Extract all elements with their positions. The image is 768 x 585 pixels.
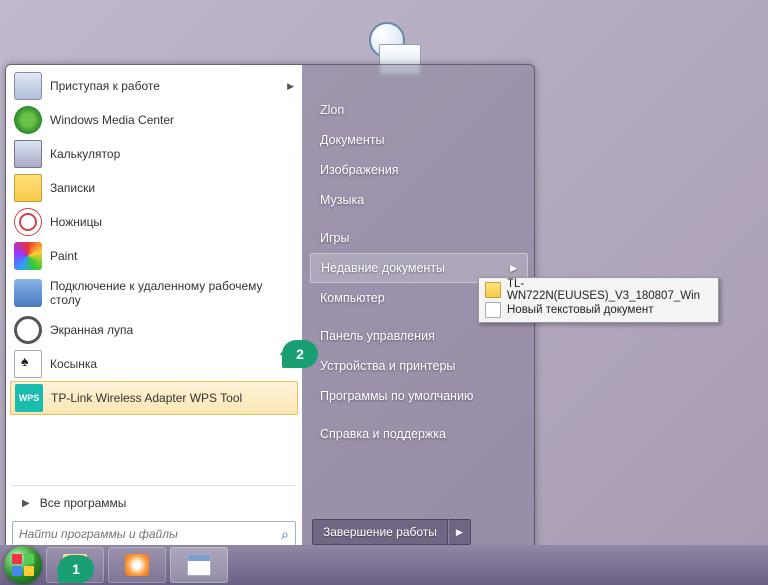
prog-getting-started[interactable]: Приступая к работе ▶ — [10, 69, 298, 103]
wmc-icon — [14, 106, 42, 134]
right-music[interactable]: Музыка — [310, 185, 528, 215]
prog-label: Подключение к удаленному рабочему столу — [50, 279, 294, 308]
recent-item-label: Новый текстовый документ — [507, 304, 653, 316]
recent-item-txt[interactable]: Новый текстовый документ — [481, 300, 716, 320]
prog-label: Косынка — [50, 357, 97, 371]
right-default-programs[interactable]: Программы по умолчанию — [310, 381, 528, 411]
recent-item-label: TL-WN722N(EUUSES)_V3_180807_Win — [507, 278, 712, 302]
prog-label: Windows Media Center — [50, 113, 174, 127]
right-devices-printers[interactable]: Устройства и принтеры — [310, 351, 528, 381]
snipping-tool-icon — [14, 208, 42, 236]
windows-logo-icon — [11, 553, 35, 577]
right-documents[interactable]: Документы — [310, 125, 528, 155]
text-file-icon — [485, 302, 501, 318]
sticky-notes-icon — [14, 174, 42, 202]
right-games[interactable]: Игры — [310, 223, 528, 253]
prog-remote-desktop[interactable]: Подключение к удаленному рабочему столу — [10, 273, 298, 313]
right-user-folder[interactable]: Zlon — [310, 95, 528, 125]
right-control-panel[interactable]: Панель управления — [310, 321, 528, 351]
notepad-icon — [187, 554, 211, 576]
callout-badge-2: 2 — [282, 340, 318, 368]
prog-label: Paint — [50, 249, 77, 263]
prog-solitaire[interactable]: Косынка — [10, 347, 298, 381]
start-menu: Приступая к работе ▶ Windows Media Cente… — [5, 64, 535, 554]
prog-paint[interactable]: Paint — [10, 239, 298, 273]
prog-snipping-tool[interactable]: Ножницы — [10, 205, 298, 239]
zip-file-icon — [485, 282, 501, 298]
prog-label: Записки — [50, 181, 95, 195]
start-menu-left-pane: Приступая к работе ▶ Windows Media Cente… — [6, 65, 302, 553]
wmp-icon — [125, 554, 149, 576]
prog-magnifier[interactable]: Экранная лупа — [10, 313, 298, 347]
taskbar-wmp[interactable] — [108, 547, 166, 583]
prog-sticky-notes[interactable]: Записки — [10, 171, 298, 205]
recent-documents-flyout: TL-WN722N(EUUSES)_V3_180807_Win Новый те… — [478, 277, 719, 323]
shutdown-row: Завершение работы ▶ — [310, 517, 528, 547]
search-box[interactable]: ⌕ — [12, 521, 296, 547]
callout-badge-1: 1 — [58, 555, 94, 583]
prog-label: Приступая к работе — [50, 79, 160, 93]
search-input[interactable] — [19, 527, 281, 541]
program-list: Приступая к работе ▶ Windows Media Cente… — [10, 69, 298, 482]
all-programs[interactable]: ▶ Все программы — [10, 489, 298, 517]
submenu-arrow-icon: ▶ — [287, 81, 294, 92]
taskbar — [0, 545, 768, 585]
prog-label: Калькулятор — [50, 147, 120, 161]
submenu-arrow-icon: ▶ — [510, 263, 517, 274]
prog-label: Ножницы — [50, 215, 102, 229]
prog-tplink-wps[interactable]: WPS TP-Link Wireless Adapter WPS Tool — [10, 381, 298, 415]
prog-label: TP-Link Wireless Adapter WPS Tool — [51, 391, 242, 405]
prog-calculator[interactable]: Калькулятор — [10, 137, 298, 171]
calculator-icon — [14, 140, 42, 168]
taskbar-notepad[interactable] — [170, 547, 228, 583]
wps-icon: WPS — [15, 384, 43, 412]
all-programs-label: Все программы — [40, 496, 127, 510]
chevron-right-icon: ▶ — [22, 498, 30, 509]
right-help[interactable]: Справка и поддержка — [310, 419, 528, 449]
magnifier-icon — [14, 316, 42, 344]
shutdown-button[interactable]: Завершение работы — [312, 519, 448, 545]
paint-icon — [14, 242, 42, 270]
prog-wmc[interactable]: Windows Media Center — [10, 103, 298, 137]
right-pictures[interactable]: Изображения — [310, 155, 528, 185]
start-button[interactable] — [4, 546, 42, 584]
getting-started-icon — [14, 72, 42, 100]
shutdown-options-button[interactable]: ▶ — [448, 519, 471, 545]
prog-label: Экранная лупа — [50, 323, 133, 337]
solitaire-icon — [14, 350, 42, 378]
recent-item-zip[interactable]: TL-WN722N(EUUSES)_V3_180807_Win — [481, 280, 716, 300]
separator — [12, 485, 296, 486]
search-icon: ⌕ — [281, 526, 289, 543]
remote-desktop-icon — [14, 279, 42, 307]
